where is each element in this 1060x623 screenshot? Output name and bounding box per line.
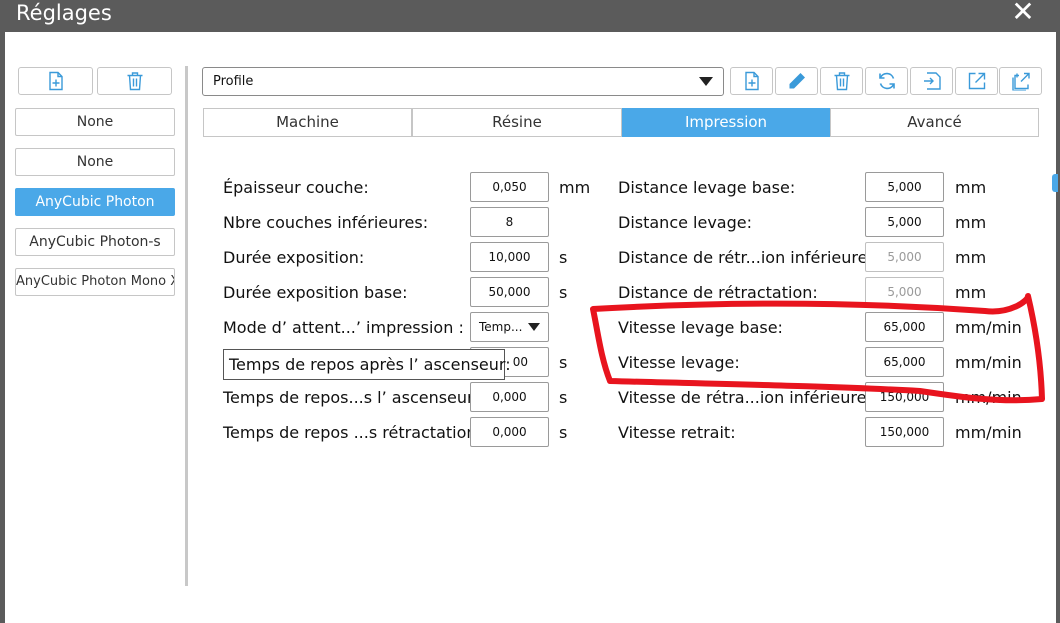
- delete-printer-button[interactable]: [97, 67, 172, 95]
- bottom-exposure-unit: s: [559, 283, 568, 302]
- refresh-icon: [878, 72, 895, 90]
- edit-profile-button[interactable]: [775, 67, 818, 95]
- add-file-icon: [48, 71, 63, 91]
- export-profile-button[interactable]: [955, 67, 998, 95]
- bottom-layers-label: Nbre couches inférieures:: [223, 213, 429, 232]
- exposure-time-input[interactable]: 10,000: [470, 242, 549, 272]
- window-title: Réglages: [16, 1, 112, 25]
- tab-advanced[interactable]: Avancé: [830, 108, 1039, 137]
- retract-distance-label: Distance de rétractation:: [618, 283, 818, 302]
- export-all-icon: [1011, 72, 1030, 91]
- rest-after-lift-label: Temps de repos...s l’ ascenseur:: [223, 388, 479, 407]
- import-icon: [923, 72, 941, 90]
- bottom-lift-speed-label: Vitesse levage base:: [618, 318, 783, 337]
- retract-distance-unit: mm: [955, 283, 987, 302]
- bottom-lift-distance-unit: mm: [955, 178, 987, 197]
- rest-after-retract-input[interactable]: 0,000: [470, 417, 549, 447]
- add-profile-button[interactable]: [730, 67, 773, 95]
- profile-dropdown-value: Profile: [213, 74, 254, 89]
- layer-thickness-unit: mm: [559, 178, 591, 197]
- edge-accent-marker: [1052, 174, 1058, 192]
- add-printer-button[interactable]: [18, 67, 93, 95]
- panel-divider: [185, 66, 188, 586]
- title-bar: Réglages ✕: [0, 0, 1060, 32]
- exposure-time-unit: s: [559, 248, 568, 267]
- bottom-retract-distance-unit: mm: [955, 248, 987, 267]
- rest-after-retract-label: Temps de repos ...s rétractation:: [223, 423, 482, 442]
- wait-mode-label: Mode d’ attent...’ impression :: [223, 318, 464, 337]
- tooltip: Temps de repos après l’ ascenseur:: [223, 349, 511, 380]
- wait-mode-dropdown[interactable]: Temp...: [470, 312, 549, 342]
- printer-list-item[interactable]: None: [15, 108, 175, 136]
- bottom-exposure-label: Durée exposition base:: [223, 283, 408, 302]
- bottom-lift-speed-unit: mm/min: [955, 318, 1022, 337]
- pencil-icon: [789, 73, 805, 89]
- retract-speed-label: Vitesse retrait:: [618, 423, 736, 442]
- rest-after-lift-unit: s: [559, 353, 568, 372]
- lift-distance-label: Distance levage:: [618, 213, 752, 232]
- close-icon[interactable]: ✕: [1008, 0, 1038, 26]
- tab-impression[interactable]: Impression: [622, 108, 830, 137]
- printer-list-item[interactable]: AnyCubic Photon Mono X: [15, 268, 175, 296]
- tab-resin[interactable]: Résine: [412, 108, 622, 137]
- lift-speed-unit: mm/min: [955, 353, 1022, 372]
- export-icon: [968, 72, 985, 90]
- bottom-retract-speed-label: Vitesse de rétra...ion inférieure :: [618, 388, 877, 407]
- bottom-layers-input[interactable]: 8: [470, 207, 549, 237]
- trash-icon: [127, 72, 142, 91]
- wait-mode-value: Temp...: [479, 320, 523, 334]
- rest-after-lift-2-input[interactable]: 0,000: [470, 382, 549, 412]
- lift-speed-input[interactable]: 65,000: [865, 347, 944, 377]
- bottom-lift-distance-label: Distance levage base:: [618, 178, 796, 197]
- profile-dropdown[interactable]: Profile: [202, 67, 724, 96]
- retract-speed-input[interactable]: 150,000: [865, 417, 944, 447]
- printer-list-item[interactable]: None: [15, 148, 175, 176]
- trash-icon: [834, 72, 849, 91]
- bottom-retract-speed-unit: mm/min: [955, 388, 1022, 407]
- lift-distance-input[interactable]: 5,000: [865, 207, 944, 237]
- bottom-exposure-input[interactable]: 50,000: [470, 277, 549, 307]
- lift-speed-label: Vitesse levage:: [618, 353, 740, 372]
- tab-machine[interactable]: Machine: [203, 108, 412, 137]
- bottom-lift-distance-input[interactable]: 5,000: [865, 172, 944, 202]
- bottom-retract-distance-input[interactable]: 5,000: [865, 242, 944, 272]
- refresh-profile-button[interactable]: [865, 67, 908, 95]
- bottom-retract-speed-input[interactable]: 150,000: [865, 382, 944, 412]
- printer-list-item[interactable]: AnyCubic Photon-s: [15, 228, 175, 256]
- rest-after-lift-2-unit: s: [559, 388, 568, 407]
- retract-speed-unit: mm/min: [955, 423, 1022, 442]
- export-all-profiles-button[interactable]: [999, 67, 1042, 95]
- bottom-retract-distance-label: Distance de rétr...ion inférieure :: [618, 248, 878, 267]
- retract-distance-input[interactable]: 5,000: [865, 277, 944, 307]
- rest-after-retract-unit: s: [559, 423, 568, 442]
- rest-after-lift-value: 00: [512, 355, 528, 369]
- lift-distance-unit: mm: [955, 213, 987, 232]
- import-profile-button[interactable]: [910, 67, 953, 95]
- exposure-time-label: Durée exposition:: [223, 248, 365, 267]
- layer-thickness-input[interactable]: 0,050: [470, 172, 549, 202]
- add-file-icon: [744, 71, 759, 91]
- window-frame-left: [0, 32, 5, 623]
- window-frame-right: [1056, 32, 1060, 623]
- chevron-down-icon: [699, 77, 713, 86]
- chevron-down-icon: [528, 323, 540, 331]
- layer-thickness-label: Épaisseur couche:: [223, 178, 369, 197]
- bottom-lift-speed-input[interactable]: 65,000: [865, 312, 944, 342]
- printer-list-item-selected[interactable]: AnyCubic Photon: [15, 188, 175, 216]
- delete-profile-button[interactable]: [820, 67, 863, 95]
